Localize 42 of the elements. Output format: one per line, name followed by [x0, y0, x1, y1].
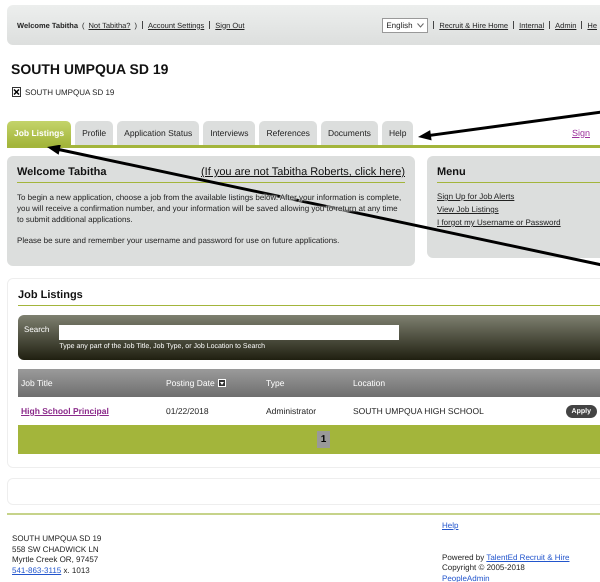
phone-link[interactable]: 541-863-3115 [12, 566, 62, 574]
nav-tab[interactable]: Documents [320, 121, 378, 145]
menu-link[interactable]: View Job Listings [437, 205, 600, 214]
sort-icon [218, 379, 226, 387]
job-title-link[interactable]: High School Principal [21, 406, 166, 416]
language-select[interactable]: English [382, 18, 428, 32]
sign-link[interactable]: Sign [572, 128, 590, 138]
menu-link[interactable]: Sign Up for Job Alerts [437, 192, 600, 201]
phone-line: 541-863-3115 x. 1013 [12, 566, 91, 576]
address-line: Myrtle Creek OR, 97457 [12, 555, 100, 566]
nav-tab[interactable]: Application Status [117, 121, 200, 145]
column-header[interactable]: Location [353, 378, 386, 388]
chevron-icon [417, 22, 424, 28]
address-line: 558 SW CHADWICK LN [12, 544, 100, 555]
welcome-paragraph: Please be sure and remember your username and password for use on future applications. [17, 235, 340, 246]
logo-alt-text: SOUTH UMPQUA SD 19 [25, 88, 114, 96]
nav-tab[interactable]: Interviews [203, 121, 256, 145]
table-cell-text: Administrator [266, 406, 318, 416]
broken-image-icon [12, 87, 21, 97]
copyright-text: Copyright © 2005-2018 [442, 563, 526, 574]
not-user-link[interactable]: (If you are not Tabitha Roberts, click here) [200, 166, 405, 178]
panel-title: Welcome Tabitha [17, 166, 106, 178]
column-header[interactable]: Type [266, 378, 284, 388]
address-line: SOUTH UMPQUA SD 19 [12, 534, 102, 544]
search-label: Search [24, 325, 50, 336]
column-header[interactable]: Job Title [21, 378, 53, 388]
organization-title: SOUTH UMPQUA SD 19 [11, 61, 170, 77]
powered-by-text: Powered by TalentEd Recruit & Hire [442, 552, 570, 563]
nav-tab[interactable]: Profile [75, 121, 114, 145]
nav-tab[interactable]: Help [382, 121, 414, 145]
search-field[interactable] [59, 325, 400, 340]
section-title: Job Listings [18, 289, 83, 301]
product-link[interactable]: TalentEd Recruit & Hire [486, 552, 570, 562]
nav-tab[interactable]: References [259, 121, 317, 145]
company-link[interactable]: PeopleAdmin [442, 574, 600, 582]
help-link[interactable]: Help [442, 521, 600, 532]
menu-link[interactable]: I forgot my Username or Password [437, 218, 600, 227]
table-cell-text: 01/22/2018 [166, 406, 210, 416]
page-button[interactable]: 1 [316, 431, 330, 448]
panel-title: Menu [437, 166, 466, 178]
column-header[interactable]: Posting Date [166, 378, 226, 388]
table-cell-text: SOUTH UMPQUA HIGH SCHOOL [353, 406, 485, 416]
